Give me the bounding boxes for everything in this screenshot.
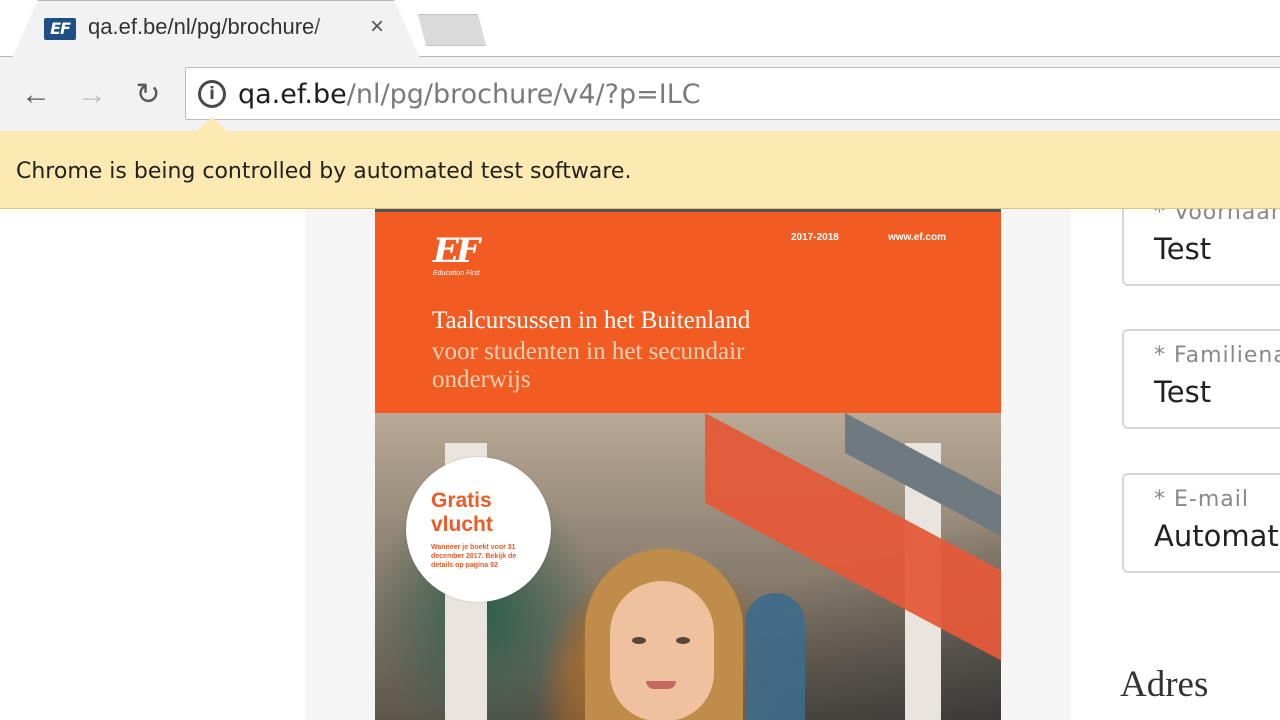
cover-subtitle: voor studenten in het secundair onderwij…: [432, 338, 745, 393]
page-content: EF Education First 2017-2018 www.ef.com …: [0, 209, 1280, 720]
photo-eye: [632, 637, 646, 644]
email-field[interactable]: * E-mail Automated: [1122, 473, 1280, 573]
badge-title: Gratis vlucht: [431, 489, 493, 536]
badge-text: Wanneer je boekt voor 31 december 2017. …: [431, 544, 517, 569]
reload-icon[interactable]: ↻: [128, 75, 168, 115]
address-section-heading: Adres: [1120, 664, 1209, 705]
url-host: qa.ef.be: [238, 79, 347, 110]
first-name-value[interactable]: Test: [1154, 232, 1211, 266]
url-text[interactable]: qa.ef.be/nl/pg/brochure/v4/?p=ILC: [238, 79, 701, 110]
ef-logo-subtitle: Education First: [433, 270, 480, 277]
photo-mouth: [646, 681, 676, 689]
photo-background-person: [745, 593, 805, 720]
infobar-message: Chrome is being controlled by automated …: [16, 159, 632, 184]
cover-title: Taalcursussen in het Buitenland: [432, 307, 751, 334]
cover-year: 2017-2018: [791, 232, 839, 243]
brochure-cover: EF Education First 2017-2018 www.ef.com …: [375, 209, 1001, 720]
last-name-label: * Familienaam: [1154, 343, 1280, 368]
last-name-field[interactable]: * Familienaam Test: [1122, 329, 1280, 429]
cover-header: EF Education First 2017-2018 www.ef.com …: [375, 209, 1001, 413]
tab-title: qa.ef.be/nl/pg/brochure/: [88, 14, 321, 39]
first-name-label: * Voornaam: [1154, 209, 1280, 225]
forward-arrow-icon[interactable]: →: [72, 75, 112, 115]
automation-infobar: Chrome is being controlled by automated …: [0, 117, 1280, 209]
infobar-pointer: [196, 117, 228, 132]
info-icon[interactable]: i: [198, 80, 226, 108]
url-path: /nl/pg/brochure/v4/?p=ILC: [346, 79, 701, 110]
browser-toolbar: ← → ↻ i qa.ef.be/nl/pg/brochure/v4/?p=IL…: [0, 57, 1280, 131]
tab-strip: EF qa.ef.be/nl/pg/brochure/ ×: [0, 0, 1280, 58]
new-tab-button[interactable]: [418, 14, 486, 46]
cover-website: www.ef.com: [888, 232, 946, 243]
back-arrow-icon[interactable]: ←: [16, 75, 56, 115]
tab-close-icon[interactable]: ×: [364, 12, 390, 42]
last-name-value[interactable]: Test: [1154, 375, 1211, 409]
photo-student-face: [610, 581, 714, 720]
free-flight-badge: Gratis vlucht Wanneer je boekt voor 31 d…: [406, 457, 551, 602]
ef-logo: EF: [433, 231, 480, 271]
photo-eye: [676, 637, 690, 644]
address-bar[interactable]: i qa.ef.be/nl/pg/brochure/v4/?p=ILC: [185, 67, 1280, 120]
email-label: * E-mail: [1154, 487, 1249, 512]
first-name-field[interactable]: * Voornaam Test: [1122, 209, 1280, 286]
email-value[interactable]: Automated: [1154, 519, 1280, 553]
ef-favicon-icon: EF: [44, 18, 76, 40]
